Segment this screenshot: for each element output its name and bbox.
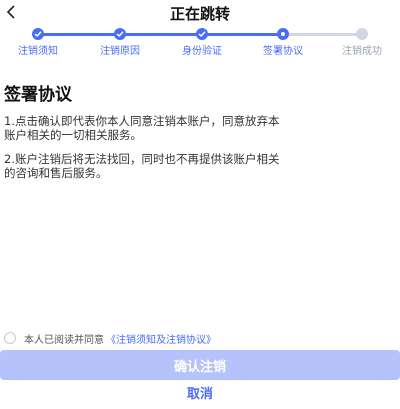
agreement-row: 本人已阅读并同意 《注销须知及注销协议》 bbox=[0, 330, 400, 346]
step-label-3: 身份验证 bbox=[182, 46, 222, 57]
step-label-1: 注销须知 bbox=[18, 46, 58, 57]
clause-2: 2.账户注销后将无法找回，同时也不再提供该账户相关 的咨询和售后服务。 bbox=[4, 152, 396, 180]
clause-2-line-2: 的咨询和售后服务。 bbox=[4, 166, 108, 180]
header: 正在跳转 bbox=[0, 0, 400, 28]
step-connector bbox=[283, 33, 362, 36]
cancel-button[interactable]: 取消 bbox=[0, 382, 400, 402]
step-connector bbox=[202, 33, 283, 36]
step-node-5 bbox=[356, 28, 368, 40]
deregister-page: 正在跳转 注销须知 注销原因 身份验证 签署协议 注销成功 签署协议 1.点击确认即代表… bbox=[0, 0, 400, 409]
step-label-2: 注销原因 bbox=[100, 46, 140, 57]
step-label-5: 注销成功 bbox=[342, 46, 382, 57]
step-node-1 bbox=[32, 28, 44, 40]
check-icon bbox=[116, 31, 124, 38]
check-icon bbox=[198, 31, 206, 38]
step-label-4: 签署协议 bbox=[263, 46, 303, 57]
progress-stepper: 注销须知 注销原因 身份验证 签署协议 注销成功 bbox=[0, 26, 400, 57]
clause-2-line-1: 2.账户注销后将无法找回，同时也不再提供该账户相关 bbox=[4, 152, 280, 166]
step-connector bbox=[120, 33, 202, 36]
clause-1-line-2: 账户相关的一切相关服务。 bbox=[4, 128, 142, 142]
step-node-4 bbox=[277, 28, 289, 40]
section-title: 签署协议 bbox=[4, 85, 72, 105]
step-connector bbox=[38, 33, 120, 36]
page-title: 正在跳转 bbox=[169, 5, 230, 23]
step-node-2 bbox=[114, 28, 126, 40]
clause-1-line-1: 1.点击确认即代表你本人同意注销本账户，同意放弃本 bbox=[4, 114, 280, 128]
agreement-prefix: 本人已阅读并同意 bbox=[24, 334, 104, 346]
agreement-link[interactable]: 《注销须知及注销协议》 bbox=[106, 331, 216, 346]
confirm-deregister-button[interactable]: 确认注销 bbox=[0, 350, 400, 380]
check-icon bbox=[34, 31, 42, 38]
step-node-3 bbox=[196, 28, 208, 40]
clause-1: 1.点击确认即代表你本人同意注销本账户，同意放弃本 账户相关的一切相关服务。 bbox=[4, 114, 396, 142]
agreement-checkbox[interactable] bbox=[4, 332, 16, 344]
current-dot-icon bbox=[281, 32, 285, 36]
